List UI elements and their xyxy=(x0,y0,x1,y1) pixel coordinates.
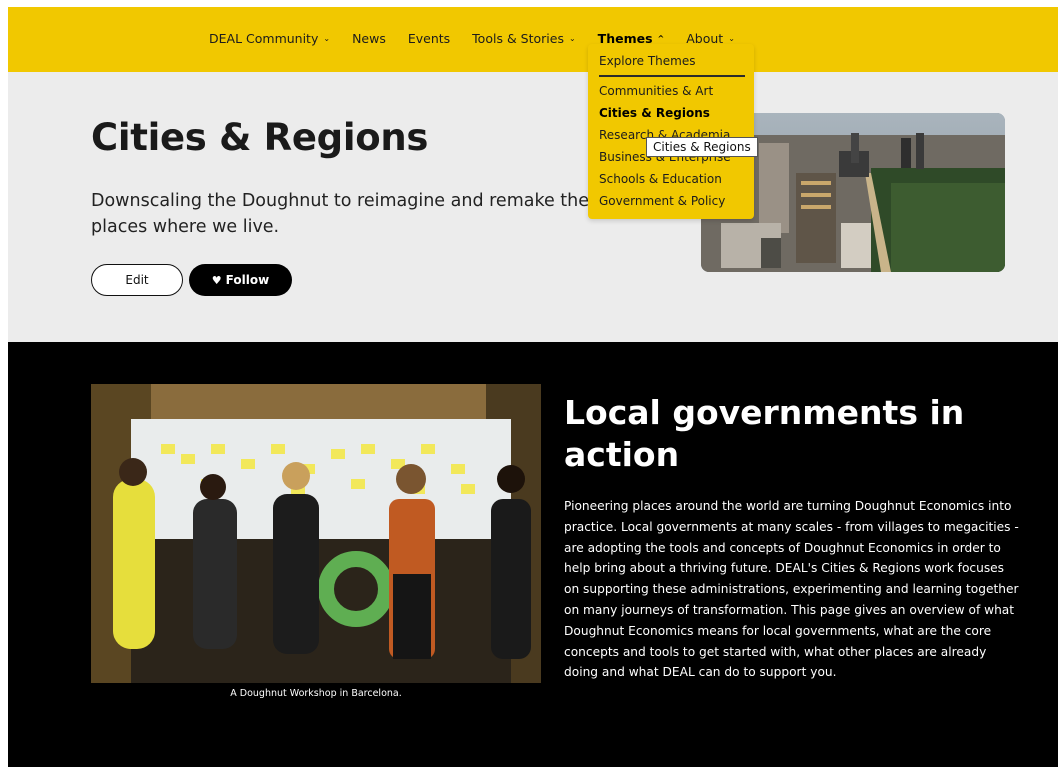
follow-button[interactable]: ♥ Follow xyxy=(189,264,292,296)
dropdown-item-government-policy[interactable]: Government & Policy xyxy=(599,194,725,208)
top-navigation-bar: DEAL Community ⌄ News Events Tools & Sto… xyxy=(8,7,1058,72)
dropdown-divider xyxy=(599,75,745,77)
nav-item-tools-stories[interactable]: Tools & Stories ⌄ xyxy=(472,31,576,46)
dropdown-item-communities-art[interactable]: Communities & Art xyxy=(599,84,713,98)
section-title: Local governments in action xyxy=(564,393,965,474)
page-subtitle: Downscaling the Doughnut to reimagine an… xyxy=(91,191,590,237)
hero-section: Cities & Regions Downscaling the Doughnu… xyxy=(8,72,1058,342)
themes-dropdown-menu: Explore Themes Communities & Art Cities … xyxy=(588,44,754,219)
heart-icon: ♥ xyxy=(211,273,222,287)
edit-button-label: Edit xyxy=(125,273,149,287)
chevron-down-icon: ⌄ xyxy=(728,33,735,43)
dropdown-item-cities-regions[interactable]: Cities & Regions xyxy=(599,106,710,120)
chevron-down-icon: ⌄ xyxy=(568,33,576,43)
nav-item-news[interactable]: News xyxy=(352,31,386,46)
page-title: Cities & Regions xyxy=(91,116,429,159)
nav-item-label: DEAL Community xyxy=(209,31,319,46)
nav-item-label: News xyxy=(352,31,386,46)
local-governments-section: A Doughnut Workshop in Barcelona. Local … xyxy=(8,342,1058,767)
chevron-down-icon: ⌄ xyxy=(323,33,331,43)
nav-item-label: Events xyxy=(407,31,451,46)
section-body-text: Pioneering places around the world are t… xyxy=(564,499,1019,680)
image-caption: A Doughnut Workshop in Barcelona. xyxy=(230,688,402,699)
hover-tooltip: Cities & Regions xyxy=(646,137,758,157)
nav-item-events[interactable]: Events xyxy=(408,31,450,46)
dropdown-item-schools-education[interactable]: Schools & Education xyxy=(599,172,722,186)
workshop-photo xyxy=(91,384,541,683)
nav-item-deal-community[interactable]: DEAL Community ⌄ xyxy=(209,31,330,46)
explore-themes-link[interactable]: Explore Themes xyxy=(599,54,696,68)
workshop-illustration xyxy=(91,384,541,683)
chevron-up-icon: ^ xyxy=(657,33,665,43)
edit-button[interactable]: Edit xyxy=(91,264,183,296)
nav-item-label: Tools & Stories xyxy=(472,31,564,46)
follow-button-label: Follow xyxy=(225,273,270,287)
